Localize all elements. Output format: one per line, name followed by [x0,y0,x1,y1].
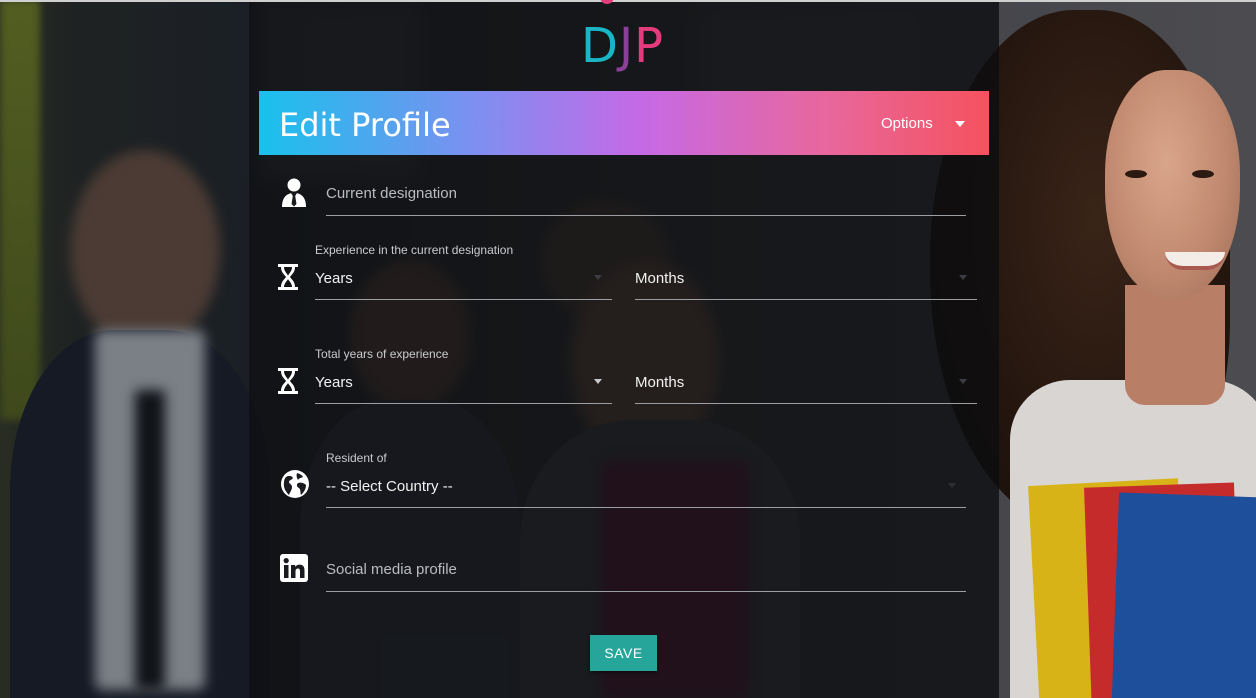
country-select[interactable]: -- Select Country -- [326,462,966,508]
dropdown-caret-icon [948,483,956,488]
social-profile-input[interactable]: Social media profile [326,546,966,592]
globe-icon [281,470,309,498]
caret-down-icon [954,120,965,127]
edit-profile-header: Edit Profile Options [259,91,989,155]
dropdown-caret-icon [594,379,602,384]
page-title: Edit Profile [279,106,451,144]
logo: DJP [581,18,665,74]
options-label: Options [881,115,933,132]
hourglass-icon [278,368,298,394]
hourglass-icon [278,264,298,290]
save-button[interactable]: SAVE [590,635,657,671]
dropdown-caret-icon [959,379,967,384]
options-dropdown[interactable]: Options [881,115,965,132]
linkedin-icon [280,554,308,582]
current-experience-months-select[interactable]: Months [635,254,977,300]
dropdown-caret-icon [594,275,602,280]
user-tie-icon [282,178,306,207]
current-experience-years-select[interactable]: Years [315,254,612,300]
total-experience-years-select[interactable]: Years [315,358,612,404]
total-experience-months-select[interactable]: Months [635,358,977,404]
dropdown-caret-icon [959,275,967,280]
designation-input[interactable]: Current designation [326,170,966,216]
